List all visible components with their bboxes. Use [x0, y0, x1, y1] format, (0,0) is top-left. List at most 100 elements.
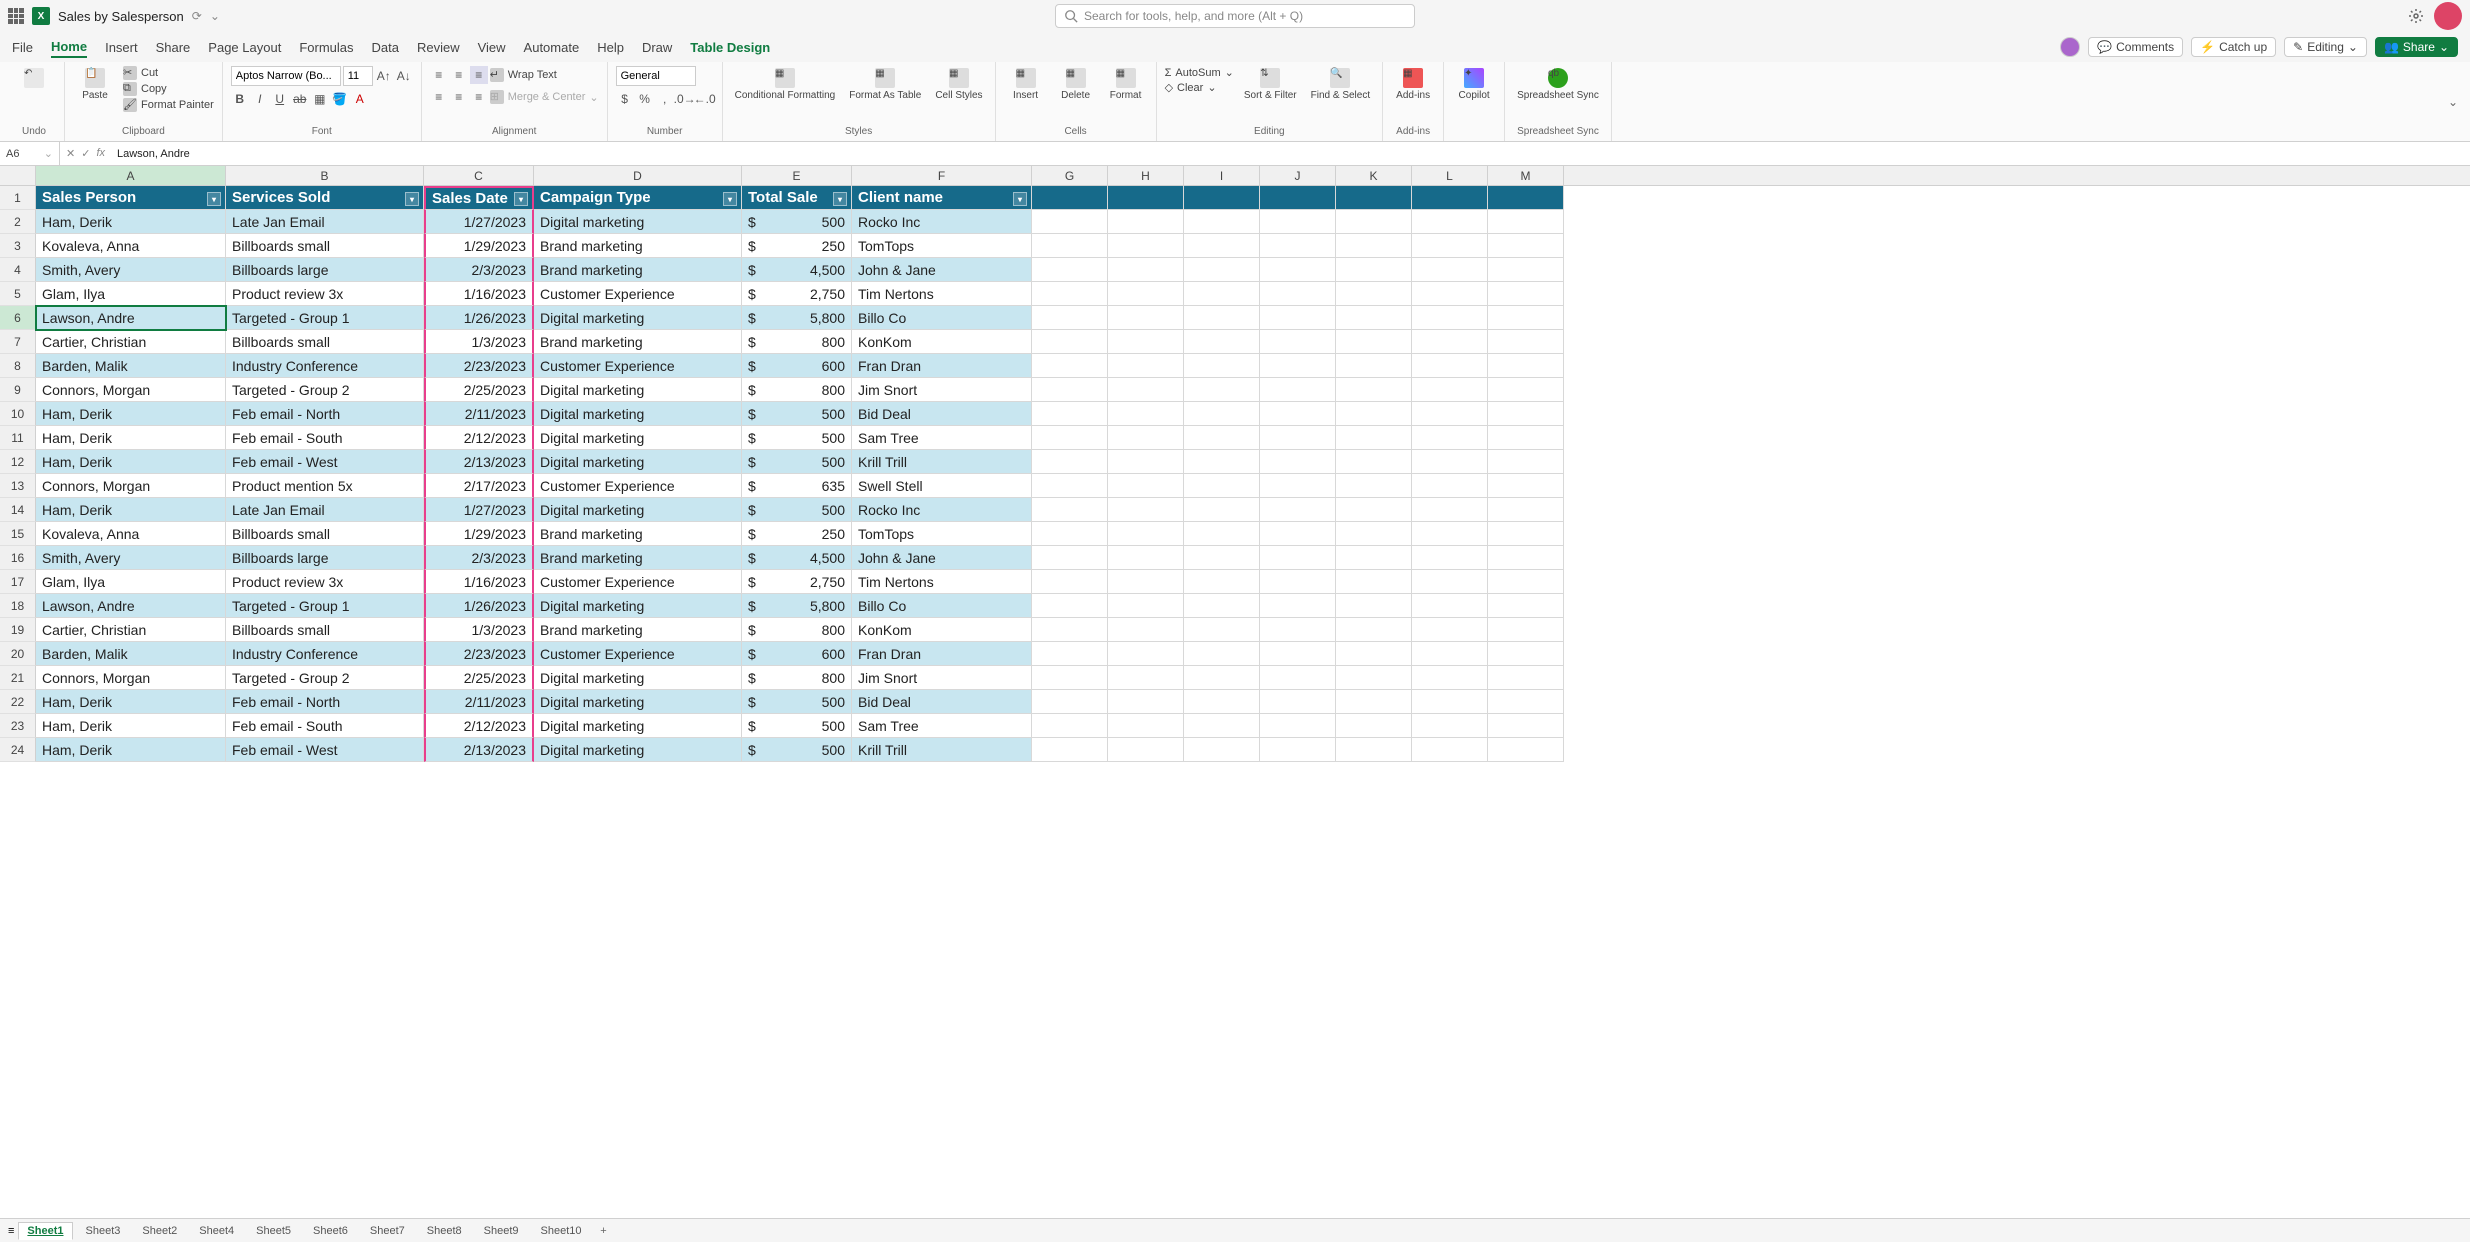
- empty-cell[interactable]: [1184, 738, 1260, 762]
- row-header[interactable]: 23: [0, 714, 36, 738]
- row-header[interactable]: 20: [0, 642, 36, 666]
- row-header[interactable]: 13: [0, 474, 36, 498]
- empty-cell[interactable]: [1032, 450, 1108, 474]
- cell[interactable]: Product mention 5x: [226, 474, 424, 498]
- filter-dropdown-icon[interactable]: ▾: [723, 192, 737, 206]
- empty-cell[interactable]: [1108, 498, 1184, 522]
- editing-mode-button[interactable]: ✎Editing⌄: [2284, 37, 2367, 57]
- title-chevron-icon[interactable]: ⌄: [210, 9, 220, 23]
- cell[interactable]: $500: [742, 690, 852, 714]
- italic-button[interactable]: I: [251, 90, 269, 108]
- col-header-F[interactable]: F: [852, 166, 1032, 185]
- empty-cell[interactable]: [1032, 690, 1108, 714]
- filter-dropdown-icon[interactable]: ▾: [514, 192, 528, 206]
- catch-up-button[interactable]: ⚡Catch up: [2191, 37, 2276, 57]
- empty-cell[interactable]: [1336, 306, 1412, 330]
- formula-value[interactable]: Lawson, Andre: [111, 148, 196, 160]
- cell[interactable]: Ham, Derik: [36, 738, 226, 762]
- cell[interactable]: Billo Co: [852, 306, 1032, 330]
- empty-cell[interactable]: [1412, 522, 1488, 546]
- empty-cell[interactable]: [1260, 354, 1336, 378]
- cell[interactable]: 2/3/2023: [424, 258, 534, 282]
- cell[interactable]: Digital marketing: [534, 594, 742, 618]
- empty-cell[interactable]: [1412, 546, 1488, 570]
- empty-cell[interactable]: [1488, 258, 1564, 282]
- sheet-tab-2[interactable]: Sheet3: [77, 1222, 130, 1240]
- cell[interactable]: 2/3/2023: [424, 546, 534, 570]
- cell[interactable]: Product review 3x: [226, 570, 424, 594]
- sheet-tab-6[interactable]: Sheet6: [304, 1222, 357, 1240]
- cell[interactable]: Feb email - West: [226, 450, 424, 474]
- empty-cell[interactable]: [1032, 594, 1108, 618]
- empty-cell[interactable]: [1336, 186, 1412, 210]
- cell[interactable]: 2/23/2023: [424, 354, 534, 378]
- empty-cell[interactable]: [1184, 258, 1260, 282]
- empty-cell[interactable]: [1260, 714, 1336, 738]
- col-header-A[interactable]: A: [36, 166, 226, 185]
- empty-cell[interactable]: [1412, 498, 1488, 522]
- cell[interactable]: $800: [742, 378, 852, 402]
- cell[interactable]: Targeted - Group 2: [226, 666, 424, 690]
- empty-cell[interactable]: [1184, 690, 1260, 714]
- cell[interactable]: Billo Co: [852, 594, 1032, 618]
- cell[interactable]: $250: [742, 522, 852, 546]
- empty-cell[interactable]: [1260, 378, 1336, 402]
- sheet-tab-7[interactable]: Sheet7: [361, 1222, 414, 1240]
- empty-cell[interactable]: [1108, 546, 1184, 570]
- empty-cell[interactable]: [1108, 450, 1184, 474]
- cell[interactable]: Feb email - South: [226, 426, 424, 450]
- strike-button[interactable]: ab: [291, 90, 309, 108]
- cell[interactable]: Ham, Derik: [36, 402, 226, 426]
- empty-cell[interactable]: [1260, 186, 1336, 210]
- cell[interactable]: $600: [742, 642, 852, 666]
- empty-cell[interactable]: [1336, 522, 1412, 546]
- addins-button[interactable]: ▦Add-ins: [1391, 66, 1435, 103]
- row-header[interactable]: 1: [0, 186, 36, 210]
- empty-cell[interactable]: [1184, 354, 1260, 378]
- cell[interactable]: Digital marketing: [534, 306, 742, 330]
- app-launcher-icon[interactable]: [8, 8, 24, 24]
- sheet-tab-10[interactable]: Sheet10: [532, 1222, 591, 1240]
- cell[interactable]: $500: [742, 738, 852, 762]
- empty-cell[interactable]: [1488, 426, 1564, 450]
- empty-cell[interactable]: [1032, 378, 1108, 402]
- empty-cell[interactable]: [1488, 402, 1564, 426]
- search-input[interactable]: Search for tools, help, and more (Alt + …: [1055, 4, 1415, 28]
- cell[interactable]: Ham, Derik: [36, 690, 226, 714]
- empty-cell[interactable]: [1488, 450, 1564, 474]
- sheet-tab-8[interactable]: Sheet8: [418, 1222, 471, 1240]
- cell[interactable]: Krill Trill: [852, 450, 1032, 474]
- empty-cell[interactable]: [1488, 330, 1564, 354]
- row-header[interactable]: 22: [0, 690, 36, 714]
- empty-cell[interactable]: [1184, 522, 1260, 546]
- format-as-table-button[interactable]: ▦Format As Table: [845, 66, 925, 103]
- empty-cell[interactable]: [1336, 642, 1412, 666]
- empty-cell[interactable]: [1032, 522, 1108, 546]
- cell[interactable]: Customer Experience: [534, 570, 742, 594]
- empty-cell[interactable]: [1336, 618, 1412, 642]
- empty-cell[interactable]: [1184, 450, 1260, 474]
- row-header[interactable]: 15: [0, 522, 36, 546]
- shrink-font-button[interactable]: A↓: [395, 67, 413, 85]
- empty-cell[interactable]: [1488, 546, 1564, 570]
- col-header-L[interactable]: L: [1412, 166, 1488, 185]
- align-top-button[interactable]: ≡: [430, 66, 448, 84]
- empty-cell[interactable]: [1412, 738, 1488, 762]
- cell[interactable]: Industry Conference: [226, 642, 424, 666]
- empty-cell[interactable]: [1336, 690, 1412, 714]
- document-title[interactable]: Sales by Salesperson: [58, 9, 184, 24]
- cell[interactable]: 1/16/2023: [424, 570, 534, 594]
- cell[interactable]: Ham, Derik: [36, 498, 226, 522]
- empty-cell[interactable]: [1336, 714, 1412, 738]
- cell[interactable]: $500: [742, 498, 852, 522]
- cell[interactable]: Tim Nertons: [852, 570, 1032, 594]
- comments-button[interactable]: 💬Comments: [2088, 37, 2183, 57]
- cell[interactable]: $500: [742, 210, 852, 234]
- empty-cell[interactable]: [1032, 546, 1108, 570]
- empty-cell[interactable]: [1260, 402, 1336, 426]
- cell[interactable]: $5,800: [742, 306, 852, 330]
- table-header-cell[interactable]: Sales Date▾: [424, 186, 534, 210]
- clear-button[interactable]: ◇Clear⌄: [1165, 81, 1234, 94]
- cell[interactable]: Brand marketing: [534, 234, 742, 258]
- cell[interactable]: Kovaleva, Anna: [36, 234, 226, 258]
